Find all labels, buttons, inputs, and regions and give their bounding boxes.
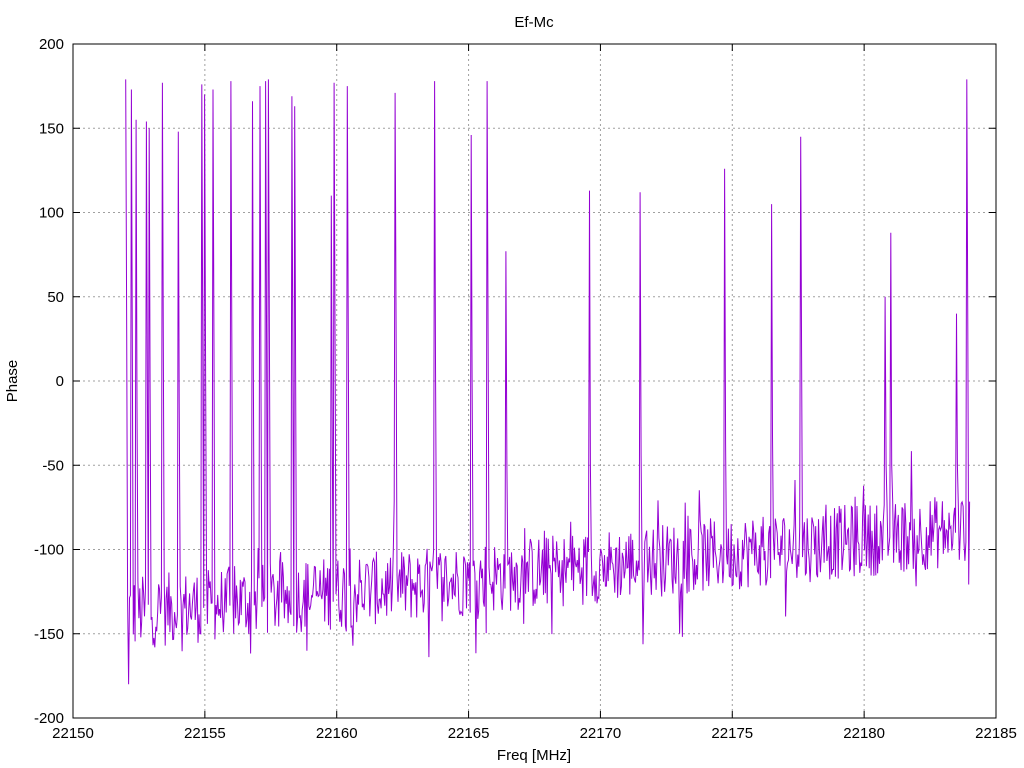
grid-lines (73, 44, 996, 718)
y-tick-label: -50 (42, 457, 64, 474)
chart-container: Ef-Mc Freq [MHz] Phase 22150 22155 22160 22… (0, 0, 1024, 768)
y-tick-label: -200 (34, 710, 64, 727)
phase-series-line (125, 79, 971, 685)
chart-title: Ef-Mc (514, 14, 554, 31)
y-tick-label: -100 (34, 542, 64, 559)
y-tick-label: 200 (39, 36, 64, 53)
x-tick-label: 22160 (316, 725, 358, 742)
y-tick-label: 150 (39, 120, 64, 137)
y-tick-label: -150 (34, 626, 64, 643)
y-tick-label: 0 (56, 373, 64, 390)
x-tick-label: 22175 (711, 725, 753, 742)
x-tick-label: 22150 (52, 725, 94, 742)
y-axis-label: Phase (4, 360, 21, 403)
x-tick-label: 22165 (448, 725, 490, 742)
y-tick-label: 50 (47, 289, 64, 306)
x-tick-label: 22155 (184, 725, 226, 742)
x-tick-label: 22185 (975, 725, 1017, 742)
x-tick-label: 22180 (843, 725, 885, 742)
series-layer (125, 79, 971, 685)
x-tick-label: 22170 (580, 725, 622, 742)
y-tick-label: 100 (39, 205, 64, 222)
x-axis-label: Freq [MHz] (497, 747, 571, 764)
phase-chart: Ef-Mc Freq [MHz] Phase 22150 22155 22160 22… (4, 14, 1017, 764)
